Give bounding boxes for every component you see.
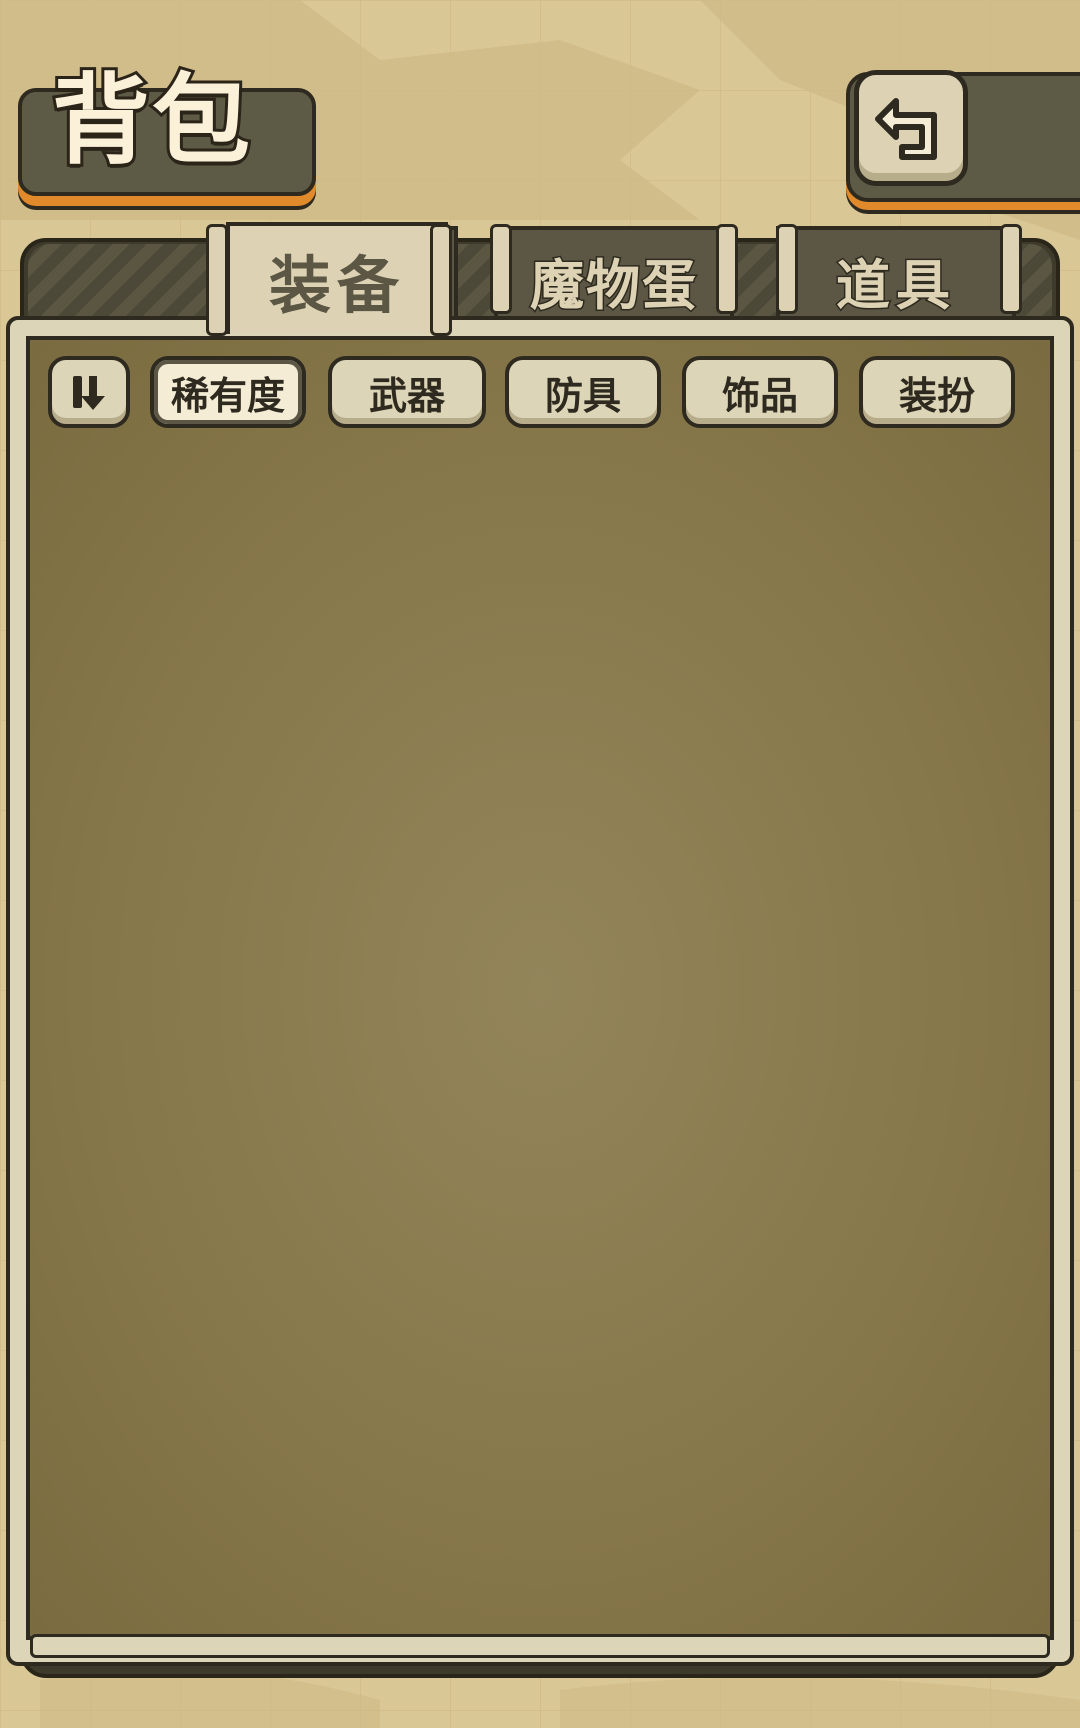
inventory-grid: [40, 470, 1040, 1606]
filter-weapon[interactable]: 武器: [328, 356, 486, 428]
filter-rarity[interactable]: 稀有度: [150, 356, 306, 428]
tab-divider: [776, 224, 798, 314]
back-button[interactable]: [854, 70, 968, 186]
tab-items-label: 道具: [835, 252, 956, 318]
sort-toggle-icon: [73, 376, 105, 410]
panel-bottom-bar: [30, 1634, 1050, 1658]
filter-accessory[interactable]: 饰品: [682, 356, 838, 428]
tab-equipment-active-label: 装备: [268, 249, 405, 322]
tab-items[interactable]: 道具: [776, 226, 1016, 330]
tab-equipment-active[interactable]: 装备: [226, 222, 448, 334]
tab-monster-eggs[interactable]: 魔物蛋: [494, 226, 734, 330]
tab-divider: [206, 224, 228, 336]
tab-divider: [1000, 224, 1022, 314]
tab-divider: [490, 224, 512, 314]
tab-divider: [716, 224, 738, 314]
return-arrow-icon: [875, 98, 937, 160]
filter-armor[interactable]: 防具: [505, 356, 661, 428]
sort-toggle-button[interactable]: [48, 356, 130, 428]
tab-monster-eggs-label: 魔物蛋: [529, 252, 698, 318]
page-title: 背包: [49, 64, 253, 178]
filter-costume[interactable]: 装扮: [859, 356, 1015, 428]
tab-divider: [430, 224, 452, 336]
